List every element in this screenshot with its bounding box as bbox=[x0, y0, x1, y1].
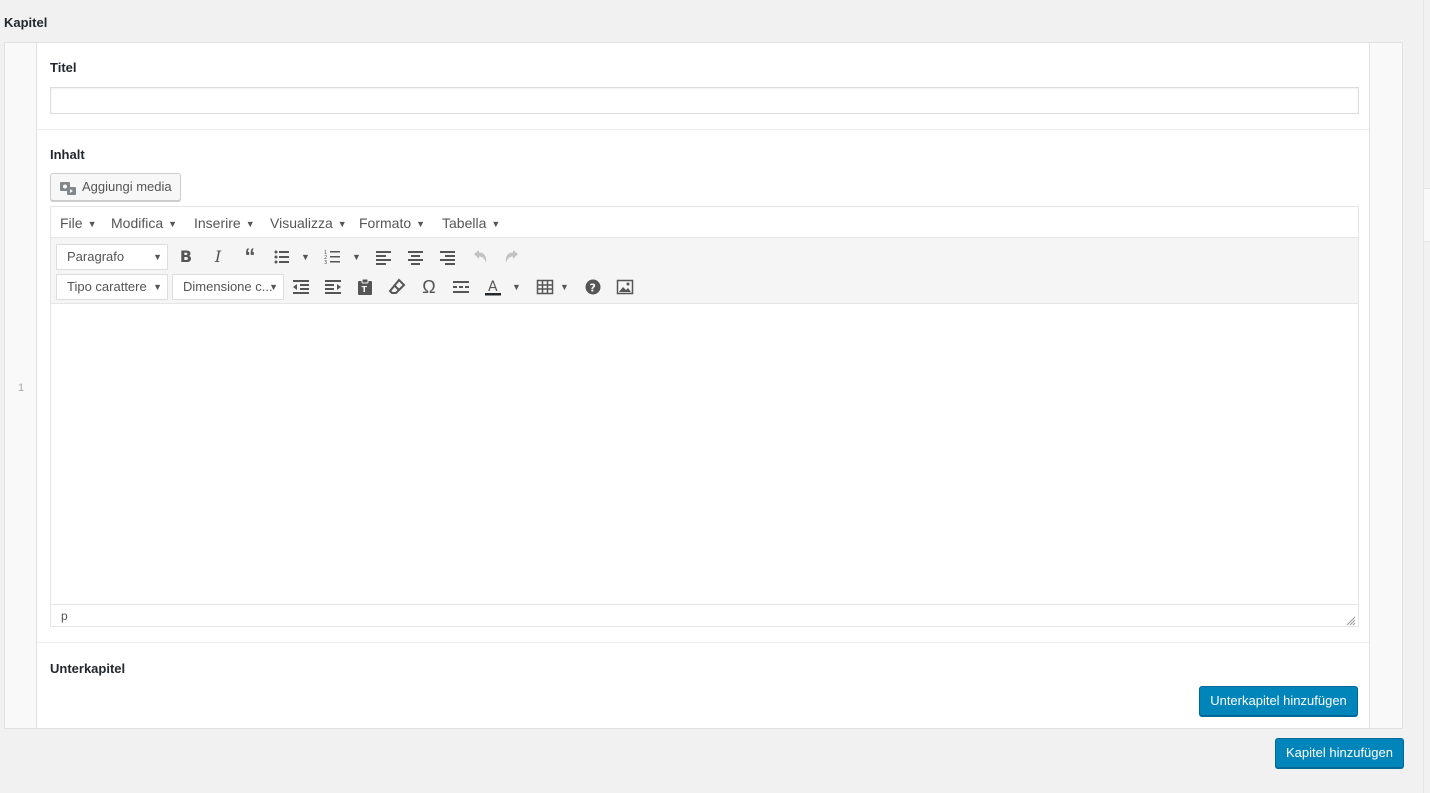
title-field: Titel bbox=[37, 43, 1370, 130]
editor-toolbar: Paragrafo ▼ B I “ ▼ 123 ▼ Tipo carattere… bbox=[51, 238, 1358, 304]
align-left-icon[interactable] bbox=[371, 244, 397, 270]
row-remove-column[interactable] bbox=[1369, 43, 1402, 728]
menu-visualizza[interactable]: Visualizza ▼ bbox=[270, 215, 347, 231]
content-label: Inhalt bbox=[50, 147, 85, 162]
indent-icon[interactable] bbox=[320, 274, 346, 300]
media-icon bbox=[59, 180, 77, 206]
content-field: Inhalt Aggiungi media File ▼ Modifica ▼ In… bbox=[37, 130, 1370, 643]
svg-text:T: T bbox=[362, 285, 368, 294]
sidebar-box bbox=[1424, 188, 1430, 242]
table-dropdown[interactable]: ▼ bbox=[560, 282, 569, 292]
clear-formatting-icon[interactable] bbox=[384, 274, 410, 300]
subchapter-field: Unterkapitel Unterkapitel hinzufügen bbox=[37, 643, 1370, 729]
add-chapter-button[interactable]: Kapitel hinzufügen bbox=[1275, 738, 1404, 768]
text-color-dropdown[interactable]: ▼ bbox=[512, 282, 521, 292]
format-select[interactable]: Paragrafo ▼ bbox=[56, 244, 168, 270]
subchapter-label: Unterkapitel bbox=[50, 661, 126, 676]
image-icon[interactable] bbox=[612, 274, 638, 300]
menu-modifica[interactable]: Modifica ▼ bbox=[111, 215, 177, 231]
table-icon[interactable] bbox=[532, 274, 558, 300]
blockquote-icon[interactable]: “ bbox=[237, 244, 263, 270]
italic-icon[interactable]: I bbox=[205, 244, 231, 270]
menu-file[interactable]: File ▼ bbox=[60, 215, 96, 231]
text-color-icon[interactable]: A bbox=[480, 274, 506, 300]
menu-formato[interactable]: Formato ▼ bbox=[359, 215, 425, 231]
align-right-icon[interactable] bbox=[435, 244, 461, 270]
help-icon[interactable]: ? bbox=[580, 274, 606, 300]
title-label: Titel bbox=[50, 60, 77, 75]
svg-text:?: ? bbox=[590, 282, 596, 295]
element-path[interactable]: p bbox=[61, 609, 68, 623]
add-media-label: Aggiungi media bbox=[82, 179, 172, 194]
add-media-button[interactable]: Aggiungi media bbox=[50, 173, 181, 201]
section-title: Kapitel bbox=[4, 15, 48, 30]
menu-inserire[interactable]: Inserire ▼ bbox=[194, 215, 255, 231]
numbered-list-icon[interactable]: 123 bbox=[320, 244, 346, 270]
svg-text:A: A bbox=[488, 279, 498, 295]
editor-menubar: File ▼ Modifica ▼ Inserire ▼ Visualizza ▼ Fo… bbox=[51, 207, 1358, 238]
row-drag-handle[interactable]: 1 bbox=[5, 43, 37, 728]
row-number: 1 bbox=[17, 382, 25, 394]
bullet-list-icon[interactable] bbox=[269, 244, 295, 270]
menu-tabella[interactable]: Tabella ▼ bbox=[442, 215, 500, 231]
editor-content-area[interactable] bbox=[51, 304, 1358, 605]
font-size-select[interactable]: Dimensione c... ▼ bbox=[172, 274, 284, 300]
title-input[interactable] bbox=[50, 87, 1359, 114]
svg-text:3: 3 bbox=[324, 260, 327, 266]
chapter-repeater: 1 Titel Inhalt Aggiungi media File ▼ Modi… bbox=[4, 42, 1403, 729]
read-more-icon[interactable] bbox=[448, 274, 474, 300]
font-family-select[interactable]: Tipo carattere ▼ bbox=[56, 274, 168, 300]
paste-text-icon[interactable]: T bbox=[352, 274, 378, 300]
bullet-list-dropdown[interactable]: ▼ bbox=[301, 252, 310, 262]
rich-text-editor: File ▼ Modifica ▼ Inserire ▼ Visualizza ▼ Fo… bbox=[50, 206, 1359, 627]
redo-icon[interactable] bbox=[499, 244, 525, 270]
resize-handle-icon[interactable] bbox=[1346, 614, 1356, 626]
add-subchapter-button[interactable]: Unterkapitel hinzufügen bbox=[1199, 686, 1358, 716]
bold-icon[interactable]: B bbox=[173, 244, 199, 270]
editor-statusbar: p bbox=[51, 604, 1358, 626]
outdent-icon[interactable] bbox=[288, 274, 314, 300]
align-center-icon[interactable] bbox=[403, 244, 429, 270]
undo-icon[interactable] bbox=[467, 244, 493, 270]
right-sidebar-edge bbox=[1423, 0, 1430, 793]
numbered-list-dropdown[interactable]: ▼ bbox=[352, 252, 361, 262]
special-character-icon[interactable]: Ω bbox=[416, 274, 442, 300]
